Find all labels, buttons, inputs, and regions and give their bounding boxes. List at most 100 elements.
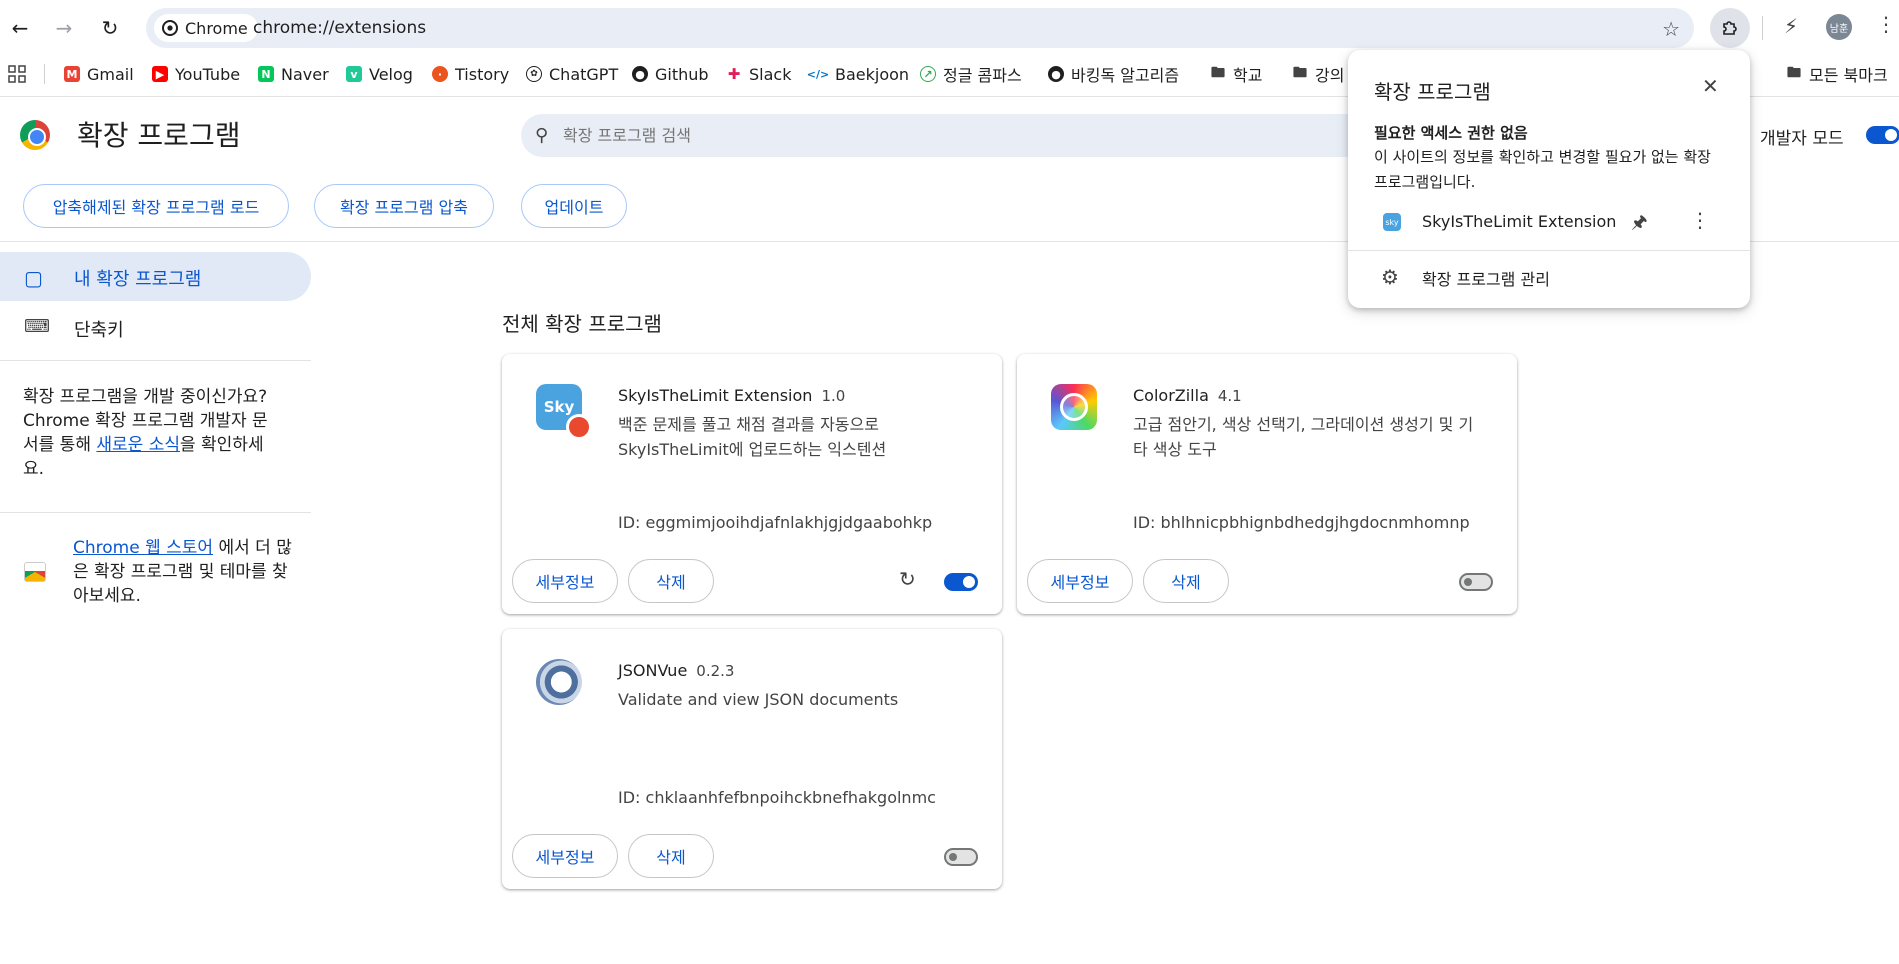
extension-name-row: JSONVue 0.2.3 [618,661,734,680]
extension-card-skyisthelimit: Sky SkyIsTheLimit Extension 1.0 백준 문제를 풀고… [502,354,1002,614]
load-unpacked-button[interactable]: 압축해제된 확장 프로그램 로드 [23,184,289,228]
details-button[interactable]: 세부정보 [512,559,618,603]
bookmark-youtube[interactable]: ▶ YouTube [152,60,240,88]
bookmark-barkingdog[interactable]: ● 바킹독 알고리즘 [1048,60,1179,88]
site-chip[interactable]: Chrome [154,14,258,42]
sidebar-divider [0,360,311,361]
avatar[interactable]: 남훈 [1826,14,1852,40]
remove-button[interactable]: 삭제 [1143,559,1229,603]
dev-note: 확장 프로그램을 개발 중이신가요? Chrome 확장 프로그램 개발자 문서… [23,385,283,481]
bookmark-label: Naver [281,64,329,84]
puzzle-icon [1723,21,1737,35]
bookmark-jungle-compass[interactable]: ↗ 정글 콤파스 [920,60,1022,88]
skyisthelimit-icon: sky [1383,213,1401,231]
bookmark-folder-lecture[interactable]: 🖿 강의 [1292,60,1344,88]
reload-button[interactable]: ↻ [94,12,126,44]
sidebar-item-shortcuts[interactable]: ⌨ 단축키 [0,304,311,350]
dev-mode-toggle[interactable] [1866,126,1899,144]
remove-button[interactable]: 삭제 [628,834,714,878]
bookmark-label: 모든 북마크 [1809,66,1888,85]
extensions-toolbar-button[interactable] [1710,8,1750,48]
gear-icon: ⚙ [1381,265,1399,289]
pin-icon[interactable]: 🖈 [1631,210,1648,240]
bookmark-github[interactable]: ● Github [632,60,709,88]
github-icon: ● [1048,66,1064,82]
extension-id: ID: bhlhnicpbhignbdhedgjhgdocnmhomnp [1133,513,1470,532]
puzzle-icon: ▢ [24,266,43,290]
remove-button[interactable]: 삭제 [628,559,714,603]
bookmark-tistory[interactable]: · Tistory [432,60,509,88]
jsonvue-icon [536,659,582,705]
enable-toggle[interactable] [1459,573,1493,591]
extension-card-colorzilla: ColorZilla 4.1 고급 점안기, 색상 선택기, 그라데이션 생성기 … [1017,354,1517,614]
toolbar-divider [1762,16,1763,40]
sidebar-item-label: 단축키 [74,320,124,341]
update-button[interactable]: 업데이트 [521,184,627,228]
bookmark-label: 바킹독 알고리즘 [1071,66,1180,85]
section-title: 전체 확장 프로그램 [502,312,662,336]
bookmark-label: Baekjoon [835,64,910,84]
arrow-left-icon: ← [11,16,29,40]
popup-extension-name[interactable]: SkyIsTheLimit Extension [1422,212,1616,231]
bookmark-label: 정글 콤파스 [943,66,1022,85]
extension-description: 고급 점안기, 색상 선택기, 그라데이션 생성기 및 기타 색상 도구 [1133,415,1474,459]
enable-toggle[interactable] [944,573,978,591]
extension-name: JSONVue [618,661,688,680]
sidebar-item-label: 내 확장 프로그램 [74,269,202,290]
error-badge-icon [566,414,592,440]
bookmark-label: Gmail [87,64,134,84]
site-chip-label: Chrome [185,18,248,38]
youtube-icon: ▶ [152,66,168,82]
more-options-icon[interactable]: ⋮ [1690,208,1710,232]
forward-button[interactable]: → [48,12,80,44]
performance-icon[interactable]: ⚡ [1784,14,1798,38]
url-text[interactable]: chrome://extensions [253,18,426,38]
gmail-icon: M [64,66,80,82]
reload-icon[interactable]: ↻ [899,567,916,591]
search-icon: ⚲ [535,125,549,146]
bookmark-slack[interactable]: ✚ Slack [726,60,791,88]
sidebar-item-my-extensions[interactable]: ▢ 내 확장 프로그램 [0,252,311,301]
extension-name: ColorZilla [1133,386,1209,405]
details-button[interactable]: 세부정보 [512,834,618,878]
bookmark-folder-school[interactable]: 🖿 학교 [1210,60,1262,88]
manage-extensions-item[interactable]: 확장 프로그램 관리 [1422,266,1550,290]
bookmark-gmail[interactable]: M Gmail [64,60,134,88]
browser-toolbar: ← → ↻ Chrome chrome://extensions ☆ ⚡ 남훈 … [0,0,1899,56]
web-store-link[interactable]: Chrome 웹 스토어 [73,538,213,558]
bookmark-velog[interactable]: v Velog [346,60,413,88]
extension-name-row: ColorZilla 4.1 [1133,386,1242,405]
extension-version: 1.0 [821,387,846,405]
popup-divider [1348,250,1750,251]
bookmarks-divider [44,64,45,84]
bookmark-all-folder[interactable]: 🖿 모든 북마크 [1786,60,1888,88]
tistory-icon: · [432,66,448,82]
popup-description: 이 사이트의 정보를 확인하고 변경할 필요가 없는 확장 프로그램입니다. [1374,148,1711,191]
extension-name: SkyIsTheLimit Extension [618,386,813,405]
folder-icon: 🖿 [1292,65,1308,82]
bookmark-label: Slack [749,64,792,84]
pack-extension-button[interactable]: 확장 프로그램 압축 [314,184,494,228]
code-icon: </> [806,66,830,82]
back-button[interactable]: ← [4,12,36,44]
enable-toggle[interactable] [944,848,978,866]
search-input[interactable] [563,123,1163,147]
news-link[interactable]: 새로운 소식 [96,435,180,455]
icon-text: Sky [543,398,575,416]
close-icon[interactable]: ✕ [1702,74,1719,98]
keyboard-icon: ⌨ [24,316,50,337]
bookmark-star-icon[interactable]: ☆ [1662,17,1680,41]
details-button[interactable]: 세부정보 [1027,559,1133,603]
address-bar[interactable]: Chrome chrome://extensions ☆ [146,8,1694,48]
folder-icon: 🖿 [1210,65,1226,82]
bookmark-naver[interactable]: N Naver [258,60,329,88]
bookmark-baekjoon[interactable]: </> Baekjoon [806,60,910,88]
chrome-menu-icon[interactable]: ⋮ [1876,12,1896,36]
bookmark-label: Tistory [455,64,510,84]
bookmark-chatgpt[interactable]: ✿ ChatGPT [526,60,618,88]
extension-description: 백준 문제를 풀고 채점 결과를 자동으로 SkyIsTheLimit에 업로드… [618,415,887,459]
sidebar-divider [0,512,311,513]
compass-icon: ↗ [920,66,936,82]
apps-icon[interactable] [8,60,26,88]
bookmark-label: Velog [369,64,413,84]
